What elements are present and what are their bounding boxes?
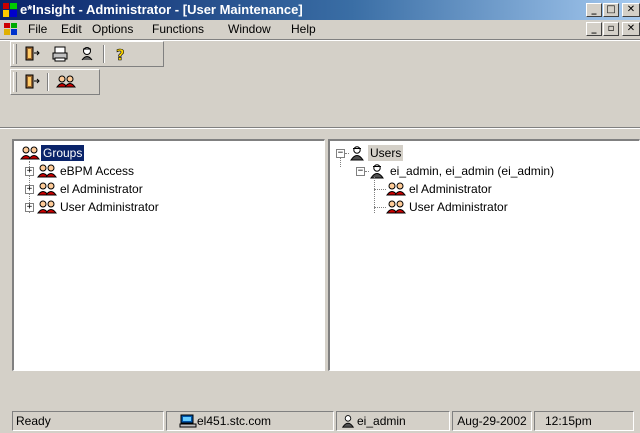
status-time: 12:15pm: [534, 411, 634, 431]
groups-icon: [37, 182, 57, 196]
divider: [0, 127, 640, 129]
menu-bar: File Edit Options Functions Window Help …: [0, 20, 640, 39]
window-title: e*Insight - Administrator - [User Mainte…: [20, 2, 303, 17]
user-name: ei_admin: [357, 414, 406, 428]
maximize-button[interactable]: □: [603, 3, 619, 17]
expand-icon[interactable]: +: [25, 167, 34, 176]
user-search-icon: [81, 47, 93, 61]
users-tree-pane[interactable]: − Users − ei_admin, ei_admin (ei_admin) …: [328, 139, 640, 371]
groups-icon: [386, 200, 406, 214]
user-icon: [370, 164, 384, 179]
groups-icon: [20, 146, 40, 160]
tree-label: eBPM Access: [60, 164, 135, 178]
help-button[interactable]: ?: [109, 44, 131, 64]
tree-label: Groups: [41, 145, 85, 161]
menu-file[interactable]: File: [28, 22, 47, 36]
app-icon: [3, 3, 17, 17]
status-ready: Ready: [12, 411, 164, 431]
main-toolbar: ?: [10, 41, 164, 67]
title-bar[interactable]: e*Insight - Administrator - [User Mainte…: [0, 0, 640, 20]
tree-label: User Administrator: [60, 200, 159, 214]
user-search-button[interactable]: [77, 44, 99, 64]
close-button[interactable]: ✕: [622, 3, 640, 17]
exit-icon: [25, 46, 40, 61]
print-button[interactable]: [49, 44, 71, 64]
tree-line: [374, 189, 386, 190]
status-date: Aug-29-2002: [452, 411, 532, 431]
minimize-button[interactable]: _: [586, 3, 602, 17]
groups-tree-pane[interactable]: Groups + eBPM Access + el Administrator …: [12, 139, 325, 371]
user-icon: [350, 146, 364, 161]
menu-window[interactable]: Window: [228, 22, 271, 36]
user-icon: [341, 415, 355, 428]
tree-label: User Administrator: [409, 200, 508, 214]
view-toolbar: [10, 69, 100, 95]
child-close-button[interactable]: ✕: [622, 22, 640, 36]
computer-icon: [179, 414, 197, 428]
collapse-icon[interactable]: −: [336, 149, 345, 158]
toolbar-separator: [103, 45, 105, 63]
tree-label: Users: [368, 145, 404, 161]
groups-icon: [37, 164, 57, 178]
tree-label: el Administrator: [60, 182, 143, 196]
child-minimize-button[interactable]: _: [586, 22, 602, 36]
tree-line: [340, 158, 341, 167]
menu-functions[interactable]: Functions: [152, 22, 204, 36]
groups-icon: [56, 75, 76, 88]
tree-label: el Administrator: [409, 182, 492, 196]
status-bar: Ready el451.stc.com ei_admin Aug-29-2002…: [0, 408, 640, 433]
child-restore-button[interactable]: ▫: [603, 22, 619, 36]
toolbar-grip[interactable]: [13, 44, 17, 64]
expand-icon[interactable]: +: [25, 185, 34, 194]
groups-icon: [37, 200, 57, 214]
groups-button[interactable]: [55, 72, 77, 92]
help-icon: ?: [116, 46, 125, 64]
toolbar-separator: [47, 73, 49, 91]
host-name: el451.stc.com: [197, 414, 272, 428]
status-host: el451.stc.com: [166, 411, 334, 431]
document-icon[interactable]: [4, 22, 18, 36]
collapse-icon[interactable]: −: [356, 167, 365, 176]
toolbar-grip[interactable]: [13, 72, 17, 92]
exit-icon: [25, 74, 40, 89]
tree-label: ei_admin, ei_admin (ei_admin): [390, 164, 555, 178]
groups-icon: [386, 182, 406, 196]
svg-text:?: ?: [116, 46, 125, 64]
menu-help[interactable]: Help: [291, 22, 316, 36]
menu-edit[interactable]: Edit: [61, 22, 82, 36]
status-user: ei_admin: [336, 411, 450, 431]
exit-button-2[interactable]: [21, 72, 43, 92]
print-icon: [52, 46, 68, 62]
menu-options[interactable]: Options: [92, 22, 133, 36]
tree-line: [374, 207, 386, 208]
exit-button[interactable]: [21, 44, 43, 64]
expand-icon[interactable]: +: [25, 203, 34, 212]
